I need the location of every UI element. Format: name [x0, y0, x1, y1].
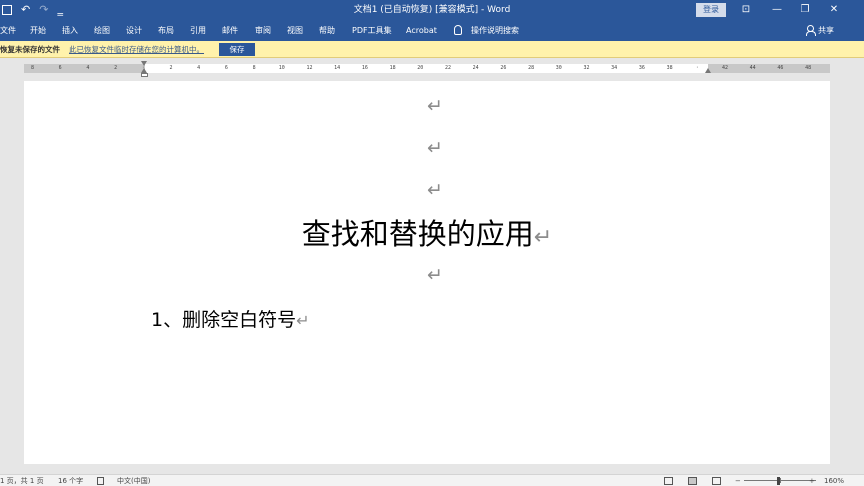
empty-paragraph: ↵: [427, 179, 443, 201]
ruler-tick-label: 44: [749, 65, 756, 71]
ruler-tick-label: 2: [114, 65, 118, 71]
message-bar-text: 此已恢复文件临时存储在您的计算机中。: [69, 45, 204, 54]
tab-references[interactable]: 引用: [190, 20, 206, 41]
ruler-tick-label: 4: [86, 65, 90, 71]
ruler-tick-label: 2: [169, 65, 173, 71]
ruler-tick-label: 6: [58, 65, 62, 71]
ruler-tick-label: 42: [721, 65, 729, 71]
title-bar-edge: [850, 0, 864, 20]
zoom-100-mark: [780, 478, 781, 483]
empty-paragraph: ↵: [427, 264, 443, 286]
ruler-tick-label: 14: [334, 65, 341, 71]
tab-layout[interactable]: 布局: [158, 20, 174, 41]
print-layout-icon[interactable]: [688, 477, 697, 485]
ruler-tick-label: 26: [500, 65, 507, 71]
ruler-tick-label: 8: [30, 65, 34, 71]
ruler-tick-label: 18: [389, 65, 396, 71]
document-heading: 查找和替换的应用↵: [24, 217, 830, 255]
zoom-out-button[interactable]: −: [735, 475, 741, 486]
heading-text: 查找和替换的应用: [301, 217, 534, 251]
tell-me-search[interactable]: 操作说明搜索: [471, 20, 519, 41]
close-icon[interactable]: ✕: [820, 0, 848, 20]
ruler-tick-label: 6: [224, 65, 228, 71]
word-count[interactable]: 16 个字: [58, 475, 83, 486]
paragraph-mark: ↵: [533, 225, 553, 250]
tab-view[interactable]: 视图: [287, 20, 303, 41]
ruler-tick-label: 48: [805, 65, 812, 71]
ruler-tick-label: 36: [638, 65, 645, 71]
tab-insert[interactable]: 插入: [62, 20, 78, 41]
person-icon[interactable]: [806, 25, 816, 36]
proofing-icon[interactable]: [97, 477, 104, 485]
ribbon-tabs: 文件 开始 插入 绘图 设计 布局 引用 邮件 审阅 视图 帮助 PDF工具集 …: [0, 20, 864, 41]
ruler-tick-label: 46: [777, 65, 784, 71]
ruler-tick-label: 24: [472, 65, 479, 71]
left-indent-marker[interactable]: [141, 73, 148, 77]
ribbon-display-options-icon[interactable]: ⊡: [732, 0, 760, 20]
zoom-slider-thumb[interactable]: [777, 477, 780, 485]
list-item: 1、删除空白符号↵: [151, 308, 310, 333]
tab-pdf-tools[interactable]: PDF工具集: [352, 20, 392, 41]
ruler-tick-label: 20: [417, 65, 424, 71]
right-indent-marker[interactable]: [705, 68, 711, 73]
word-window: ↶ ↷ ‗ 文档1 (已自动恢复) [兼容模式] - Word 登录 ⊡ — ❐…: [0, 0, 864, 486]
page-count[interactable]: 1 页，共 1 页: [0, 475, 44, 486]
web-layout-icon[interactable]: [712, 477, 721, 485]
tab-file[interactable]: 文件: [0, 20, 16, 41]
document-page[interactable]: ↵ ↵ ↵ 查找和替换的应用↵ ↵ 1、删除空白符号↵: [24, 81, 830, 464]
lightbulb-icon[interactable]: [454, 25, 462, 35]
share-button[interactable]: 共享: [818, 20, 834, 41]
horizontal-ruler[interactable]: 8 6 4 2 · 2 4 6 8 10 12 14 16 18 20 22 24 26 28 30 32 34 36 38 ·…: [0, 59, 864, 83]
list-item-text: 1、删除空白符号: [151, 309, 297, 331]
tab-review[interactable]: 审阅: [255, 20, 271, 41]
tab-draw[interactable]: 绘图: [94, 20, 110, 41]
tab-home[interactable]: 开始: [30, 20, 46, 41]
recovery-message-bar: 恢复未保存的文件 此已恢复文件临时存储在您的计算机中。 保存: [0, 41, 864, 58]
paragraph-mark: ↵: [296, 311, 310, 330]
ruler-tick-label: 32: [583, 65, 590, 71]
ruler-tick-label: 28: [528, 65, 535, 71]
restore-icon[interactable]: ❐: [791, 0, 819, 20]
tab-help[interactable]: 帮助: [319, 20, 335, 41]
zoom-level[interactable]: 160%: [824, 475, 844, 486]
ruler-tick-label: 30: [555, 65, 562, 71]
title-bar: ↶ ↷ ‗ 文档1 (已自动恢复) [兼容模式] - Word 登录 ⊡ — ❐…: [0, 0, 864, 20]
vertical-scrollbar[interactable]: [830, 81, 850, 464]
first-line-indent-marker[interactable]: [141, 61, 147, 66]
ruler-tick-label: 4: [197, 65, 201, 71]
message-bar-title: 恢复未保存的文件: [0, 45, 60, 54]
sign-in-button[interactable]: 登录: [696, 3, 726, 17]
ruler-tick-label: 22: [444, 65, 452, 71]
minimize-icon[interactable]: —: [763, 0, 791, 20]
tab-design[interactable]: 设计: [126, 20, 142, 41]
empty-paragraph: ↵: [427, 95, 443, 117]
tab-mailings[interactable]: 邮件: [222, 20, 238, 41]
zoom-in-button[interactable]: +: [809, 475, 815, 486]
save-recovered-button[interactable]: 保存: [219, 43, 255, 56]
ruler-tick-label: 34: [611, 65, 618, 71]
ruler-tick-label: 8: [252, 65, 256, 71]
empty-paragraph: ↵: [427, 137, 443, 159]
language[interactable]: 中文(中国): [117, 475, 150, 486]
ruler-tick-label: ·: [695, 65, 699, 71]
ruler-tick-label: 38: [666, 65, 673, 71]
read-mode-icon[interactable]: [664, 477, 673, 485]
tab-acrobat[interactable]: Acrobat: [406, 20, 437, 41]
status-bar: 1 页，共 1 页 16 个字 中文(中国) − + 160%: [0, 474, 864, 486]
ruler-tick-label: 12: [306, 65, 313, 71]
ruler-tick-label: 16: [361, 65, 368, 71]
ruler-tick-label: 10: [278, 65, 285, 71]
